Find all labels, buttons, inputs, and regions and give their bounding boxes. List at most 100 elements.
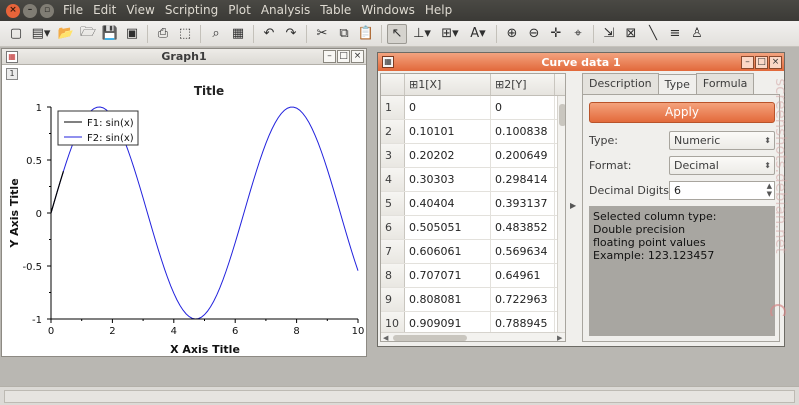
close-icon[interactable]: × xyxy=(351,50,364,63)
screen-reader-icon[interactable]: ⌖ xyxy=(568,24,588,44)
save-as-icon[interactable]: ▣ xyxy=(122,24,142,44)
maximize-window-icon[interactable]: ▫ xyxy=(40,3,54,18)
person-icon[interactable]: ♙ xyxy=(687,24,707,44)
close-window-icon[interactable]: × xyxy=(6,3,20,18)
paste-icon[interactable]: 📋 xyxy=(356,24,376,44)
menu-file[interactable]: File xyxy=(58,0,88,21)
curve-system-icon[interactable]: ▦ xyxy=(382,56,394,68)
row-header[interactable]: 7 xyxy=(381,240,405,263)
menu-view[interactable]: View xyxy=(121,0,159,21)
add-text-icon[interactable]: ≡ xyxy=(665,24,685,44)
legend[interactable]: F1: sin(x) F2: sin(x) xyxy=(57,110,139,146)
data-table[interactable]: ⊞1[X] ⊞2[Y] 1 0 0 2 0.10101 0.100838 3 0.20202 0… xyxy=(380,73,566,342)
column-header-x[interactable]: ⊞1[X] xyxy=(405,74,491,95)
grid-menu-icon[interactable]: ⊞▾ xyxy=(437,24,463,44)
chart-title[interactable]: Title xyxy=(194,84,224,98)
minimize-window-icon[interactable]: – xyxy=(23,3,37,18)
table-cell[interactable]: 0.569634 xyxy=(491,240,555,263)
axes-menu-icon[interactable]: ⊥▾ xyxy=(409,24,435,44)
menu-help[interactable]: Help xyxy=(420,0,457,21)
table-row[interactable]: 4 0.30303 0.298414 xyxy=(381,168,565,192)
pointer-icon[interactable]: ↖ xyxy=(387,23,407,44)
menu-edit[interactable]: Edit xyxy=(88,0,121,21)
table-row[interactable]: 9 0.808081 0.722963 xyxy=(381,288,565,312)
new-item-icon[interactable]: ▤▾ xyxy=(28,24,54,44)
table-icon[interactable]: ▦ xyxy=(228,24,248,44)
row-header[interactable]: 9 xyxy=(381,288,405,311)
table-vertical-scrollbar[interactable] xyxy=(557,96,565,332)
row-header[interactable]: 2 xyxy=(381,120,405,143)
print-icon[interactable]: ⎙ xyxy=(153,24,173,44)
redo-icon[interactable]: ↷ xyxy=(281,24,301,44)
save-icon[interactable]: 💾 xyxy=(100,24,120,44)
minimize-icon[interactable]: – xyxy=(741,55,754,69)
table-cell[interactable]: 0.100838 xyxy=(491,120,555,143)
row-header[interactable]: 6 xyxy=(381,216,405,239)
minimize-icon[interactable]: – xyxy=(323,50,336,63)
curve-data-titlebar[interactable]: ▦ Curve data 1 – □ × xyxy=(378,53,784,71)
remove-points-icon[interactable]: ⊠ xyxy=(621,24,641,44)
plot-area[interactable]: Title 0 2 4 6 8 10 1 0.5 0 -0.5 -1 X Axis Title Y … xyxy=(2,66,366,356)
cut-icon[interactable]: ✂ xyxy=(312,24,332,44)
find-icon[interactable]: ⌕ xyxy=(206,24,226,44)
menu-windows[interactable]: Windows xyxy=(356,0,420,21)
table-cell[interactable]: 0.393137 xyxy=(491,192,555,215)
table-cell[interactable]: 0 xyxy=(405,96,491,119)
menu-plot[interactable]: Plot xyxy=(223,0,256,21)
table-cell[interactable]: 0.606061 xyxy=(405,240,491,263)
scroll-right-icon[interactable]: ▶ xyxy=(557,333,562,341)
table-cell[interactable]: 0.707071 xyxy=(405,264,491,287)
row-header[interactable]: 1 xyxy=(381,96,405,119)
table-cell[interactable]: 0.483852 xyxy=(491,216,555,239)
table-row[interactable]: 2 0.10101 0.100838 xyxy=(381,120,565,144)
graph-system-icon[interactable]: ▦ xyxy=(6,50,18,63)
table-row[interactable]: 8 0.707071 0.64961 xyxy=(381,264,565,288)
table-cell[interactable]: 0.10101 xyxy=(405,120,491,143)
row-header[interactable]: 5 xyxy=(381,192,405,215)
close-icon[interactable]: × xyxy=(769,55,782,69)
tab-type[interactable]: Type xyxy=(657,74,697,95)
tab-description[interactable]: Description xyxy=(582,73,659,94)
menu-scripting[interactable]: Scripting xyxy=(160,0,223,21)
corner-header[interactable] xyxy=(381,74,405,95)
table-row[interactable]: 3 0.20202 0.200649 xyxy=(381,144,565,168)
table-row[interactable]: 6 0.505051 0.483852 xyxy=(381,216,565,240)
open-icon[interactable]: 📂 xyxy=(56,24,76,44)
data-reader-icon[interactable]: ✛ xyxy=(546,24,566,44)
column-header-y[interactable]: ⊞2[Y] xyxy=(491,74,555,95)
export-pdf-icon[interactable]: ⬚ xyxy=(175,24,195,44)
draw-line-icon[interactable]: ╲ xyxy=(643,24,663,44)
menu-table[interactable]: Table xyxy=(315,0,356,21)
maximize-icon[interactable]: □ xyxy=(337,50,350,63)
graph-titlebar[interactable]: ▦ Graph1 – □ × xyxy=(2,49,366,65)
table-horizontal-scrollbar[interactable]: ◀ ▶ xyxy=(381,332,565,341)
table-cell[interactable]: 0.40404 xyxy=(405,192,491,215)
table-cell[interactable]: 0 xyxy=(491,96,555,119)
table-cell[interactable]: 0.20202 xyxy=(405,144,491,167)
scroll-thumb[interactable] xyxy=(393,335,467,341)
table-cell[interactable]: 0.298414 xyxy=(491,168,555,191)
table-row[interactable]: 100 xyxy=(381,96,565,120)
y-axis-title[interactable]: Y Axis Title xyxy=(8,178,21,248)
zoom-out-icon[interactable]: ⊖ xyxy=(524,24,544,44)
maximize-icon[interactable]: □ xyxy=(755,55,768,69)
table-row[interactable]: 7 0.606061 0.569634 xyxy=(381,240,565,264)
undo-icon[interactable]: ↶ xyxy=(259,24,279,44)
table-row[interactable]: 5 0.40404 0.393137 xyxy=(381,192,565,216)
zoom-in-icon[interactable]: ⊕ xyxy=(502,24,522,44)
table-cell[interactable]: 0.64961 xyxy=(491,264,555,287)
collapse-panel-icon[interactable]: ▶ xyxy=(570,201,576,210)
new-project-icon[interactable]: ▢ xyxy=(6,24,26,44)
menu-analysis[interactable]: Analysis xyxy=(256,0,315,21)
text-tool-icon[interactable]: A▾ xyxy=(465,24,491,44)
move-points-icon[interactable]: ⇲ xyxy=(599,24,619,44)
scroll-thumb[interactable] xyxy=(559,104,565,126)
x-axis-title[interactable]: X Axis Title xyxy=(170,343,240,356)
table-cell[interactable]: 0.505051 xyxy=(405,216,491,239)
table-cell[interactable]: 0.200649 xyxy=(491,144,555,167)
row-header[interactable]: 8 xyxy=(381,264,405,287)
apply-button[interactable]: Apply xyxy=(589,102,775,123)
table-cell[interactable]: 0.30303 xyxy=(405,168,491,191)
table-cell[interactable]: 0.722963 xyxy=(491,288,555,311)
scroll-left-icon[interactable]: ◀ xyxy=(383,333,388,341)
